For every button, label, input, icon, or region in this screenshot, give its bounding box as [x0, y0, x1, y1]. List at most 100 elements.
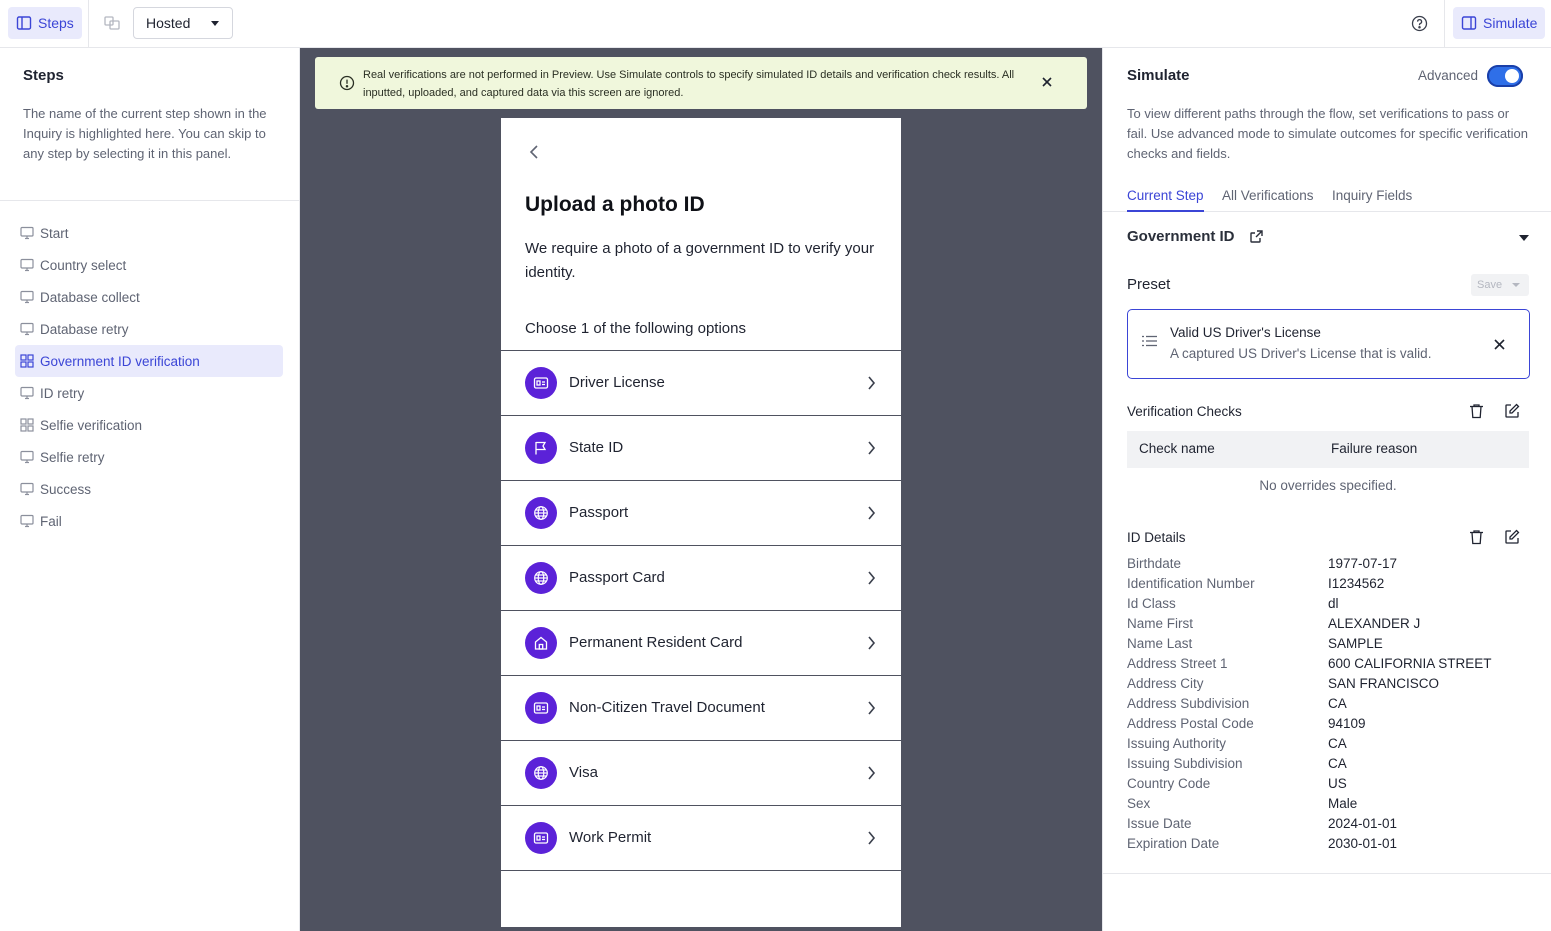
monitor-icon — [20, 290, 34, 304]
step-item[interactable]: Database retry — [15, 313, 283, 345]
id-option-label: Passport Card — [569, 569, 665, 586]
id-detail-row: Address Postal Code 94109 — [1127, 716, 1532, 736]
id-option[interactable]: Work Permit — [501, 806, 901, 871]
chevron-right-icon — [867, 570, 876, 586]
step-item[interactable]: Selfie retry — [15, 441, 283, 473]
id-detail-value: ALEXANDER J — [1328, 616, 1421, 631]
monitor-icon — [20, 258, 34, 272]
id-details-label: ID Details — [1127, 530, 1186, 545]
flag-icon — [525, 432, 557, 464]
steps-toggle-button[interactable]: Steps — [8, 7, 82, 39]
chevron-right-icon — [867, 505, 876, 521]
step-item[interactable]: ID retry — [15, 377, 283, 409]
divider — [1444, 0, 1445, 48]
step-item-label: ID retry — [40, 385, 85, 401]
trash-icon[interactable] — [1469, 403, 1484, 419]
home-icon — [525, 627, 557, 659]
id-option-label: Work Permit — [569, 829, 652, 846]
id-detail-value: CA — [1328, 756, 1347, 771]
page-title: Upload a photo ID — [525, 193, 705, 216]
trash-icon[interactable] — [1469, 529, 1484, 545]
chevron-right-icon — [867, 765, 876, 781]
id-detail-key: Issue Date — [1127, 816, 1192, 831]
save-button[interactable]: Save — [1471, 274, 1529, 296]
id-detail-value: 2024-01-01 — [1328, 816, 1398, 831]
id-detail-key: Issuing Authority — [1127, 736, 1227, 751]
id-card-icon — [525, 367, 557, 399]
caret-down-icon — [211, 21, 219, 26]
edit-icon[interactable] — [1504, 403, 1520, 419]
step-item[interactable]: Selfie verification — [15, 409, 283, 441]
compare-icon[interactable] — [104, 15, 121, 31]
steps-panel-title: Steps — [23, 67, 64, 84]
step-item[interactable]: Government ID verification — [15, 345, 283, 377]
section-title: Government ID — [1127, 228, 1235, 245]
back-chevron-icon[interactable] — [529, 144, 539, 160]
steps-toggle-label: Steps — [38, 15, 74, 31]
simulate-toggle-label: Simulate — [1483, 15, 1538, 31]
checks-empty-state: No overrides specified. — [1259, 478, 1397, 493]
id-option-label: Visa — [569, 764, 598, 781]
chevron-right-icon — [867, 700, 876, 716]
id-option[interactable]: State ID — [501, 416, 901, 481]
external-link-icon[interactable] — [1249, 229, 1264, 244]
id-detail-value: CA — [1328, 736, 1347, 751]
id-detail-row: Country Code US — [1127, 776, 1532, 796]
grid-icon — [20, 354, 34, 368]
id-option[interactable]: Driver License — [501, 351, 901, 416]
edit-icon[interactable] — [1504, 529, 1520, 545]
monitor-icon — [20, 482, 34, 496]
id-option[interactable]: Passport Card — [501, 546, 901, 611]
preset-selector[interactable]: Valid US Driver's License A captured US … — [1127, 309, 1530, 379]
step-list: Start Country select Database collect Datab… — [15, 217, 283, 537]
id-option[interactable]: Passport — [501, 481, 901, 546]
inquiry-preview: Upload a photo ID We require a photo of … — [501, 118, 901, 927]
step-item-label: Database collect — [40, 289, 140, 305]
help-icon[interactable] — [1411, 15, 1428, 32]
step-item[interactable]: Database collect — [15, 281, 283, 313]
advanced-toggle[interactable] — [1487, 65, 1523, 87]
id-detail-key: Name Last — [1127, 636, 1193, 651]
close-icon[interactable] — [1041, 76, 1053, 88]
clear-preset-icon[interactable] — [1494, 339, 1505, 350]
mode-select[interactable]: Hosted — [133, 7, 233, 39]
preset-name: Valid US Driver's License — [1170, 325, 1321, 340]
chevron-right-icon — [867, 830, 876, 846]
id-detail-key: Expiration Date — [1127, 836, 1220, 851]
tab-current-step[interactable]: Current Step — [1127, 188, 1204, 212]
id-detail-key: Country Code — [1127, 776, 1211, 791]
id-detail-value: 2030-01-01 — [1328, 836, 1398, 851]
caret-down-icon — [1512, 283, 1520, 287]
id-detail-row: Name Last SAMPLE — [1127, 636, 1532, 656]
id-detail-key: Name First — [1127, 616, 1194, 631]
id-option[interactable]: Non-Citizen Travel Document — [501, 676, 901, 741]
id-option[interactable]: Visa — [501, 741, 901, 806]
simulate-panel-icon — [1461, 16, 1477, 30]
tab-inquiry-fields[interactable]: Inquiry Fields — [1332, 188, 1412, 212]
id-detail-value: 1977-07-17 — [1328, 556, 1398, 571]
alert-circle-icon — [339, 75, 355, 91]
id-option-label: State ID — [569, 439, 624, 456]
step-item[interactable]: Country select — [15, 249, 283, 281]
steps-panel: Steps The name of the current step shown… — [0, 48, 300, 931]
id-detail-value: CA — [1328, 696, 1347, 711]
step-item[interactable]: Success — [15, 473, 283, 505]
list-icon — [1142, 335, 1157, 347]
step-item[interactable]: Start — [15, 217, 283, 249]
simulate-toggle-button[interactable]: Simulate — [1453, 7, 1546, 39]
id-detail-value: SAN FRANCISCO — [1328, 676, 1440, 691]
id-detail-value: dl — [1328, 596, 1339, 611]
id-option-label: Permanent Resident Card — [569, 634, 743, 651]
tab-all-verifications[interactable]: All Verifications — [1222, 188, 1314, 212]
step-item[interactable]: Fail — [15, 505, 283, 537]
collapse-caret-icon[interactable] — [1519, 235, 1529, 241]
chevron-right-icon — [867, 440, 876, 456]
id-detail-row: Id Class dl — [1127, 596, 1532, 616]
id-card-icon — [525, 822, 557, 854]
banner-text: Real verifications are not performed in … — [363, 69, 1015, 99]
id-detail-value: 94109 — [1328, 716, 1366, 731]
id-option-label: Driver License — [569, 374, 665, 391]
monitor-icon — [20, 386, 34, 400]
chevron-right-icon — [867, 635, 876, 651]
id-option[interactable]: Permanent Resident Card — [501, 611, 901, 676]
